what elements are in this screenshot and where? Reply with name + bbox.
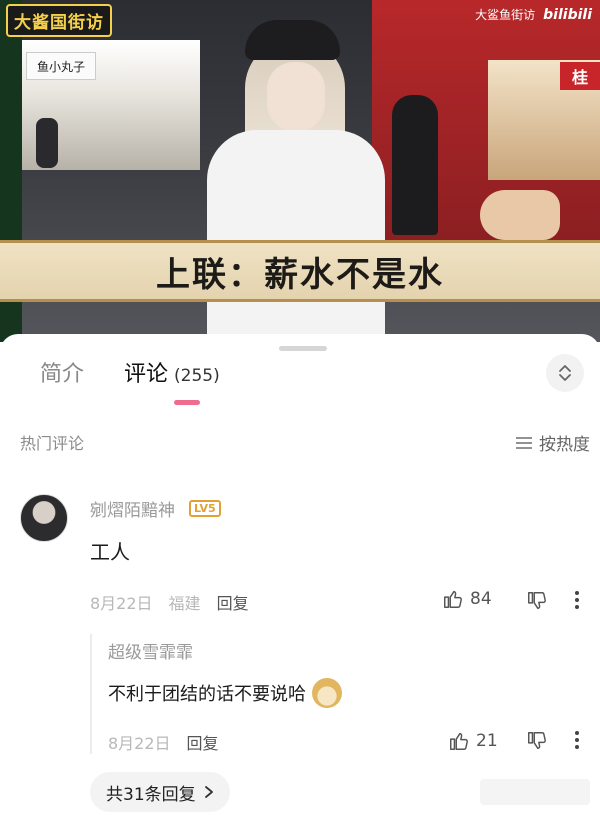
video-shop-sign-right: 桂 (560, 62, 600, 90)
reply-reply-button[interactable]: 回复 (187, 730, 219, 754)
tab-bar: 简介 评论 (255) (40, 356, 220, 388)
expand-collapse-button[interactable] (546, 354, 584, 392)
like-count: 84 (470, 589, 492, 609)
like-button[interactable]: 84 (442, 588, 492, 610)
drag-handle[interactable] (279, 346, 327, 351)
reply-thread: 超级雪霏霏 不利于团结的话不要说哈 8月22日 回复 (90, 634, 590, 754)
comment-panel: 简介 评论 (255) 热门评论 按热度 剜熠陌黯神 LV5 工人 8月22日 … (0, 334, 600, 817)
video-interviewer-hand (480, 190, 560, 240)
watermark-channel: 大鲨鱼街访 (475, 8, 536, 22)
reply-date: 8月22日 (108, 734, 171, 753)
hot-comments-title: 热门评论 (20, 434, 85, 453)
chevron-right-icon (204, 786, 213, 798)
more-vertical-icon (575, 731, 579, 749)
level-badge: LV5 (189, 500, 221, 517)
watermark: 大鲨鱼街访 bilibili (475, 6, 592, 23)
tab-intro[interactable]: 简介 (40, 356, 84, 388)
avatar[interactable] (20, 494, 68, 542)
dislike-button[interactable] (526, 590, 548, 612)
reply-more-options-button[interactable] (574, 730, 580, 750)
sort-label: 按热度 (539, 435, 590, 455)
reply-author-name[interactable]: 超级雪霏霏 (108, 638, 193, 663)
video-interviewee-face (267, 62, 325, 132)
comment-meta: 8月22日 福建 回复 (90, 590, 249, 614)
thumbs-up-icon (444, 590, 462, 608)
video-bystander-far (36, 118, 58, 168)
doge-emoji-icon (312, 678, 342, 708)
video-interviewee-bow (245, 20, 340, 60)
reply-meta: 8月22日 回复 (108, 730, 219, 754)
video-caption: 上联：薪水不是水 (0, 240, 600, 302)
comment-count: (255) (174, 366, 220, 386)
bilibili-logo: bilibili (543, 6, 592, 23)
chevron-up-down-icon (559, 365, 571, 381)
channel-badge: 大酱国街访 (6, 4, 112, 37)
more-options-button[interactable] (574, 590, 580, 610)
reply-text: 不利于团结的话不要说哈 (108, 684, 306, 705)
comment-text: 工人 (90, 540, 130, 564)
comment-input-area[interactable] (480, 779, 590, 805)
reply-button[interactable]: 回复 (217, 590, 249, 614)
reply-like-button[interactable]: 21 (448, 730, 498, 752)
more-replies-label: 共31条回复 (106, 784, 196, 805)
video-player[interactable]: 鱼小丸子 桂 大酱国街访 大鲨鱼街访 bilibili 上联：薪水不是水 (0, 0, 600, 342)
sort-button[interactable]: 按热度 (515, 430, 590, 455)
thumbs-up-icon (450, 732, 468, 750)
reply-like-count: 21 (476, 731, 498, 751)
tab-comments[interactable]: 评论 (124, 356, 168, 388)
more-vertical-icon (575, 591, 579, 609)
reply-dislike-button[interactable] (526, 730, 548, 752)
comment-author[interactable]: 剜熠陌黯神 LV5 (90, 496, 221, 521)
sort-lines-icon (516, 436, 532, 449)
comment-author-name[interactable]: 剜熠陌黯神 (90, 496, 175, 521)
comment-date: 8月22日 (90, 594, 153, 613)
thumbs-down-icon (528, 732, 546, 750)
video-shop-sign-left: 鱼小丸子 (26, 52, 96, 80)
comment-location: 福建 (168, 594, 201, 613)
thumbs-down-icon (528, 592, 546, 610)
video-bystander (392, 95, 438, 235)
tab-active-indicator (174, 400, 200, 405)
video-interviewee-coat (207, 130, 385, 342)
reply-text-row: 不利于团结的话不要说哈 (108, 678, 342, 708)
view-more-replies-button[interactable]: 共31条回复 (90, 772, 230, 812)
hot-comments-header: 热门评论 按热度 (20, 430, 590, 455)
